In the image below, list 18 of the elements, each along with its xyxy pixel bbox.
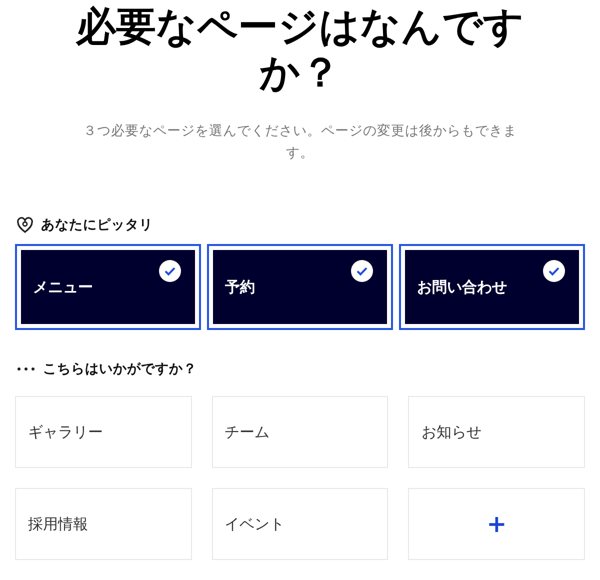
more-icon — [17, 367, 35, 371]
page-option-card[interactable]: イベント — [212, 488, 388, 560]
page-title: 必要なページはなんですか？ — [74, 4, 525, 96]
check-icon — [543, 260, 565, 282]
page-option-card[interactable]: 採用情報 — [15, 488, 192, 560]
page-option-card[interactable]: お問い合わせ — [399, 244, 585, 330]
section-heading: こちらはいかがですか？ — [43, 360, 197, 378]
heart-person-icon — [17, 217, 33, 233]
add-page-button[interactable]: + — [408, 488, 585, 560]
page-option-card[interactable]: メニュー — [15, 244, 201, 330]
check-icon — [159, 260, 181, 282]
section-heading: あなたにピッタリ — [41, 216, 153, 234]
page-option-card[interactable]: ギャラリー — [15, 396, 192, 468]
page-option-card[interactable]: 予約 — [207, 244, 393, 330]
page-option-card[interactable]: お知らせ — [408, 396, 585, 468]
subtitle: ３つ必要なページを選んでください。ページの変更は後からもできます。 — [82, 122, 518, 163]
check-icon — [351, 260, 373, 282]
page-option-card[interactable]: チーム — [212, 396, 388, 468]
